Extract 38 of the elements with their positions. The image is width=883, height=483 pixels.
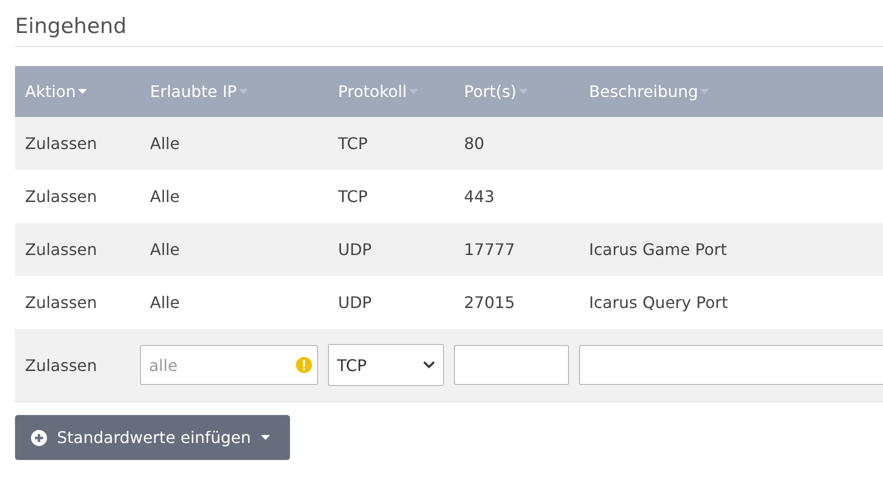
table-cell-text: UDP: [337, 240, 373, 259]
table-cell-text: Zulassen: [24, 293, 98, 312]
table-cell-text: Alle: [149, 293, 181, 312]
ip-input-field[interactable]: alle: [140, 345, 318, 385]
table-cell-text: Zulassen: [24, 240, 98, 259]
add-defaults-button[interactable]: Standardwerte einfügen: [15, 415, 290, 460]
protocol-select[interactable]: TCP: [328, 344, 444, 386]
table-cell-text: Icarus Query Port: [588, 293, 729, 312]
table-cell-text: Icarus Game Port: [588, 240, 728, 259]
column-header[interactable]: Beschreibung: [589, 82, 698, 101]
table-cell-text: Zulassen: [24, 187, 98, 206]
caret-icon: [78, 89, 87, 94]
section-title: Eingehend: [15, 14, 883, 47]
table-cell-text: Alle: [149, 134, 181, 153]
plus-icon: [31, 430, 47, 446]
caret-icon: [238, 89, 248, 94]
table-cell-text: TCP: [337, 187, 369, 206]
table-cell-text: 80: [463, 134, 486, 153]
table-cell-text: TCP: [337, 134, 369, 153]
table-cell-text: 27015: [463, 293, 516, 312]
table-cell-text: UDP: [337, 293, 373, 312]
caret-icon: [518, 89, 528, 94]
table-cell-text: 17777: [463, 240, 516, 259]
column-header[interactable]: Protokoll: [338, 82, 407, 101]
caret-icon: [408, 89, 418, 94]
table-cell-text: Zulassen: [24, 356, 98, 374]
description-input-field[interactable]: [579, 345, 883, 385]
table-cell-text: Alle: [149, 187, 181, 206]
caret-icon: [260, 435, 270, 440]
table-cell-text: 443: [463, 187, 496, 206]
table-cell-text: Zulassen: [24, 134, 98, 153]
table-cell-text: Alle: [149, 240, 181, 259]
column-header[interactable]: Aktion: [25, 82, 76, 101]
column-header[interactable]: Erlaubte IP: [150, 82, 237, 101]
port-input-field[interactable]: [454, 345, 569, 385]
caret-icon: [700, 89, 710, 94]
chevron-down-icon: [423, 361, 435, 369]
column-header[interactable]: Port(s): [464, 82, 517, 101]
